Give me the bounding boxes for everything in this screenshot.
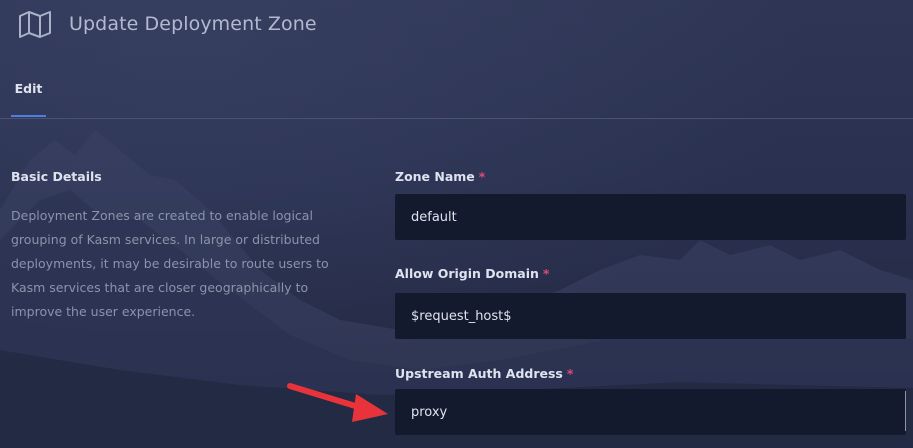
required-marker: * xyxy=(478,169,486,184)
upstream-auth-address-input[interactable] xyxy=(395,389,906,435)
page-header: Update Deployment Zone xyxy=(18,8,317,40)
allow-origin-domain-label-text: Allow Origin Domain xyxy=(395,266,539,281)
upstream-auth-address-label: Upstream Auth Address * xyxy=(395,366,573,381)
zone-name-input[interactable] xyxy=(395,194,906,240)
page-title: Update Deployment Zone xyxy=(69,13,317,35)
zone-name-label-text: Zone Name xyxy=(395,169,475,184)
upstream-auth-address-label-text: Upstream Auth Address xyxy=(395,366,563,381)
map-icon xyxy=(18,10,52,38)
tab-bar: Edit xyxy=(0,60,913,119)
annotation-arrow-icon xyxy=(287,383,388,422)
required-marker: * xyxy=(542,266,550,281)
basic-details-title: Basic Details xyxy=(11,169,102,184)
zone-name-label: Zone Name * xyxy=(395,169,485,184)
basic-details-description: Deployment Zones are created to enable l… xyxy=(11,208,329,319)
input-edge-divider xyxy=(905,391,906,431)
allow-origin-domain-input[interactable] xyxy=(395,293,906,339)
tab-edit[interactable]: Edit xyxy=(11,60,46,117)
required-marker: * xyxy=(566,366,574,381)
allow-origin-domain-label: Allow Origin Domain * xyxy=(395,266,549,281)
